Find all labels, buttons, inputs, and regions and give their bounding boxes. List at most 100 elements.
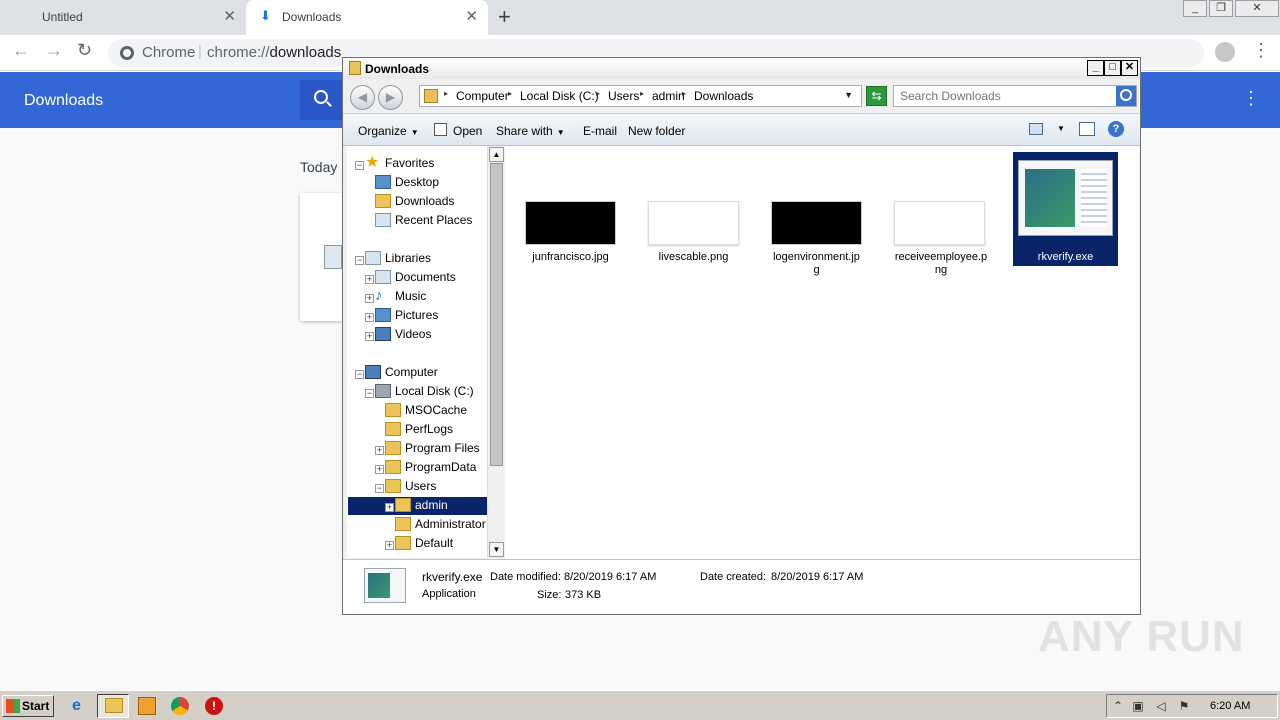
change-view-icon[interactable]	[1029, 123, 1043, 135]
new-tab-button[interactable]: +	[498, 4, 511, 30]
tree-item-desktop[interactable]: Desktop	[395, 173, 439, 192]
close-icon[interactable]: ✕	[465, 7, 478, 25]
expand-icon[interactable]: +	[365, 275, 374, 284]
file-item[interactable]: junfrancisco.jpg	[512, 146, 616, 286]
tree-item-favorites[interactable]: Favorites	[385, 154, 434, 173]
volume-icon[interactable]: ◁	[1154, 699, 1168, 713]
tree-item-admin[interactable]: admin	[415, 496, 448, 515]
close-window-button[interactable]: ✕	[1235, 0, 1279, 17]
breadcrumb-downloads[interactable]: Downloads	[694, 89, 753, 103]
forward-icon[interactable]: ▶	[378, 85, 403, 110]
network-icon[interactable]: ▣	[1131, 699, 1145, 713]
navigation-scrollbar[interactable]: ▲ ▼	[487, 146, 504, 558]
taskbar-explorer-button[interactable]	[97, 694, 129, 718]
maximize-button[interactable]: □	[1104, 60, 1121, 76]
media-player-icon[interactable]	[138, 697, 156, 715]
collapse-icon[interactable]: −	[355, 161, 364, 170]
breadcrumb[interactable]: ▸ Computer ▸ Local Disk (C:) ▸ Users ▸ a…	[419, 85, 862, 107]
application-thumbnail[interactable]	[1018, 160, 1113, 236]
back-icon[interactable]: ◀	[350, 85, 375, 110]
tree-item-libraries[interactable]: Libraries	[385, 249, 431, 268]
expand-icon[interactable]: +	[375, 446, 384, 455]
close-button[interactable]: ✕	[1121, 60, 1138, 76]
tree-item-programdata[interactable]: ProgramData	[405, 458, 476, 477]
more-options-icon[interactable]: ⋮	[1242, 88, 1260, 109]
scroll-down-icon[interactable]: ▼	[489, 542, 504, 557]
file-item[interactable]: logenvironment.jpg	[758, 146, 862, 286]
downloads-search-button[interactable]	[300, 80, 344, 120]
chrome-menu-icon[interactable]: ⋮	[1252, 40, 1270, 61]
show-hidden-icons-icon[interactable]: ⌃	[1111, 699, 1125, 713]
search-icon[interactable]	[1116, 86, 1136, 106]
collapse-icon[interactable]: −	[365, 389, 374, 398]
pictures-icon	[375, 308, 391, 322]
close-icon[interactable]: ✕	[223, 7, 236, 25]
collapse-icon[interactable]: −	[355, 256, 364, 265]
breadcrumb-users[interactable]: Users	[608, 89, 639, 103]
breadcrumb-local-disk[interactable]: Local Disk (C:)	[520, 89, 599, 103]
minimize-button[interactable]: _	[1087, 60, 1104, 76]
expand-icon[interactable]: +	[385, 541, 394, 550]
chevron-down-icon[interactable]: ▼	[1057, 124, 1065, 133]
collapse-icon[interactable]: −	[355, 370, 364, 379]
search-box[interactable]	[893, 85, 1137, 107]
tree-item-msocache[interactable]: MSOCache	[405, 401, 467, 420]
tree-item-perflogs[interactable]: PerfLogs	[405, 420, 453, 439]
tree-item-users[interactable]: Users	[405, 477, 436, 496]
tree-item-pictures[interactable]: Pictures	[395, 306, 438, 325]
file-item[interactable]: livescable.png	[635, 146, 739, 286]
search-input[interactable]	[894, 86, 1116, 106]
start-button[interactable]: Start	[2, 695, 54, 717]
chevron-down-icon[interactable]: ▼	[844, 90, 853, 100]
tree-item-administrator[interactable]: Administrator	[415, 515, 486, 534]
expand-icon[interactable]: +	[375, 465, 384, 474]
tree-item-documents[interactable]: Documents	[395, 268, 456, 287]
breadcrumb-admin[interactable]: admin	[652, 89, 685, 103]
tree-item-program-files[interactable]: Program Files	[405, 439, 480, 458]
chevron-right-icon[interactable]: ▸	[640, 89, 644, 98]
breadcrumb-computer[interactable]: Computer	[456, 89, 509, 103]
minimize-button[interactable]: _	[1183, 0, 1207, 17]
clock[interactable]: 6:20 AM	[1210, 700, 1250, 712]
chevron-right-icon[interactable]: ▸	[508, 89, 512, 98]
tree-item-computer[interactable]: Computer	[385, 363, 438, 382]
open-button[interactable]: Open	[453, 124, 482, 138]
chrome-icon[interactable]	[171, 697, 189, 715]
preview-pane-icon[interactable]	[1079, 122, 1095, 136]
refresh-icon[interactable]: ⇆	[866, 86, 887, 106]
chevron-right-icon[interactable]: ▸	[682, 89, 686, 98]
expand-icon[interactable]: +	[385, 503, 394, 512]
scroll-up-icon[interactable]: ▲	[489, 147, 504, 162]
expand-icon[interactable]: +	[365, 332, 374, 341]
tab-downloads[interactable]: ⬇ Downloads ✕	[246, 0, 488, 35]
chevron-right-icon[interactable]: ▸	[596, 89, 600, 98]
tab-untitled[interactable]: Untitled ✕	[0, 0, 246, 35]
reload-icon[interactable]: ↻	[77, 40, 92, 61]
tree-item-videos[interactable]: Videos	[395, 325, 431, 344]
expand-icon[interactable]: +	[365, 294, 374, 303]
tree-item-default[interactable]: Default	[415, 534, 453, 553]
tree-item-music[interactable]: Music	[395, 287, 426, 306]
alert-icon[interactable]: !	[205, 697, 223, 715]
chevron-right-icon[interactable]: ▸	[444, 89, 448, 98]
internet-explorer-icon[interactable]: e	[72, 697, 90, 715]
videos-icon	[375, 327, 391, 341]
email-button[interactable]: E-mail	[583, 124, 617, 138]
back-icon[interactable]: ←	[12, 40, 30, 61]
organize-button[interactable]: Organize ▼	[358, 124, 419, 138]
explorer-titlebar[interactable]: Downloads _ □ ✕	[343, 58, 1140, 79]
forward-icon[interactable]: →	[45, 40, 63, 61]
share-with-button[interactable]: Share with ▼	[496, 124, 565, 138]
collapse-icon[interactable]: −	[375, 484, 384, 493]
tree-item-downloads[interactable]: Downloads	[395, 192, 454, 211]
tree-item-local-disk[interactable]: Local Disk (C:)	[395, 382, 474, 401]
restore-button[interactable]: ❐	[1209, 0, 1233, 17]
action-center-flag-icon[interactable]: ⚑	[1177, 699, 1191, 713]
help-icon[interactable]: ?	[1108, 121, 1124, 137]
scrollbar-thumb[interactable]	[490, 163, 503, 466]
file-item[interactable]: receiveemployee.png	[881, 146, 987, 286]
tree-item-recent-places[interactable]: Recent Places	[395, 211, 472, 230]
new-folder-button[interactable]: New folder	[628, 124, 685, 138]
expand-icon[interactable]: +	[365, 313, 374, 322]
profile-avatar[interactable]	[1215, 42, 1235, 62]
